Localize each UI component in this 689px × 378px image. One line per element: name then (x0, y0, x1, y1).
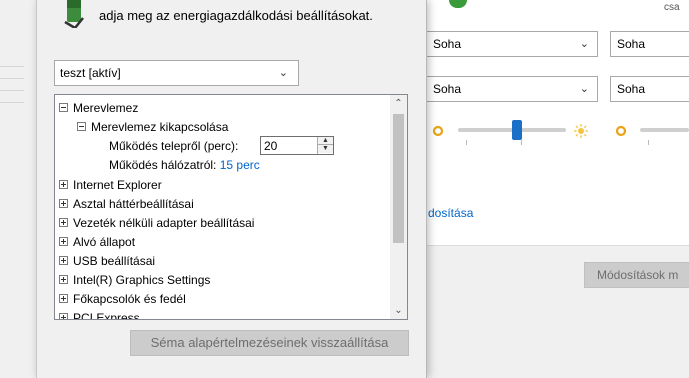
restore-defaults-button[interactable]: Séma alapértelmezéseinek visszaállítása (130, 330, 409, 356)
tree-item-internet-explorer[interactable]: Internet Explorer (59, 176, 162, 195)
collapse-icon[interactable] (77, 122, 86, 132)
change-settings-link[interactable]: dosítása (428, 206, 473, 220)
power-options-dialog: adja meg az energiagazdálkodási beállítá… (36, 0, 427, 378)
expand-icon[interactable] (59, 294, 68, 304)
dialog-header-text: adja meg az energiagazdálkodási beállítá… (99, 8, 373, 23)
on-battery-select-2[interactable]: Soha ⌄ (426, 76, 598, 102)
brightness-slider-thumb[interactable] (512, 120, 523, 140)
plugged-in-value-link[interactable]: 15 perc (220, 158, 260, 172)
tree-item-label: Merevlemez (73, 101, 139, 115)
save-changes-button[interactable]: Módosítások m (584, 262, 689, 288)
tree-item-label: USB beállításai (73, 254, 156, 268)
collapse-icon[interactable] (59, 103, 68, 113)
tree-item-plugged-in[interactable]: Működés hálózatról: 15 perc (109, 156, 260, 175)
tree-item-desktop-background[interactable]: Asztal háttérbeállításai (59, 195, 194, 214)
settings-tree[interactable]: Merevlemez Merevlemez kikapcsolása Működ… (54, 94, 408, 320)
tree-item-label: Merevlemez kikapcsolása (91, 120, 229, 134)
expand-icon[interactable] (59, 237, 68, 247)
power-plan-battery-icon (64, 0, 84, 28)
expand-icon[interactable] (59, 256, 68, 266)
background-topright-text: csa (664, 2, 680, 13)
tree-item-label: Internet Explorer (73, 178, 162, 192)
tree-item-intel-graphics[interactable]: Intel(R) Graphics Settings (59, 271, 210, 290)
tree-item-usb[interactable]: USB beállításai (59, 252, 155, 271)
tree-item-label: Asztal háttérbeállításai (73, 197, 194, 211)
chevron-down-icon: ⌄ (278, 67, 288, 79)
tree-item-sleep[interactable]: Alvó állapot (59, 233, 135, 252)
slider-tick (521, 140, 522, 145)
tree-item-hard-disk[interactable]: Merevlemez (59, 99, 138, 118)
spin-down-icon[interactable]: ▼ (318, 145, 333, 153)
chevron-down-icon: ⌄ (579, 38, 589, 50)
tree-item-turn-off-hard-disk[interactable]: Merevlemez kikapcsolása (77, 118, 228, 137)
select-value: Soha (617, 82, 646, 96)
tree-item-pci-express[interactable]: PCI Express (59, 309, 140, 320)
select-value: Soha (433, 37, 462, 51)
tree-item-label: Működés hálózatról: (109, 158, 217, 172)
chevron-down-icon: ⌄ (579, 83, 589, 95)
spin-buttons[interactable]: ▲ ▼ (317, 137, 333, 154)
tree-item-label: Főkapcsolók és fedél (73, 292, 186, 306)
expand-icon[interactable] (59, 275, 68, 285)
background-divider (426, 245, 689, 246)
tree-scrollbar[interactable]: ⌃ ⌄ (390, 95, 407, 319)
expand-icon[interactable] (59, 199, 68, 209)
spin-up-icon[interactable]: ▲ (318, 137, 333, 145)
on-battery-select[interactable]: Soha ⌄ (426, 31, 598, 57)
tree-item-label: Intel(R) Graphics Settings (73, 273, 211, 287)
select-value: Soha (433, 82, 462, 96)
tree-item-label: PCI Express (73, 311, 140, 320)
tree-item-on-battery: Működés telepről (perc): (109, 137, 238, 156)
plugged-in-select[interactable]: Soha (610, 31, 689, 57)
slider-tick (648, 140, 649, 145)
slider-tick (466, 140, 467, 145)
scrollbar-thumb[interactable] (393, 114, 404, 243)
expand-icon[interactable] (59, 218, 68, 228)
expand-icon[interactable] (59, 180, 68, 190)
tree-item-power-buttons-lid[interactable]: Főkapcsolók és fedél (59, 290, 186, 309)
bright-sun-icon (574, 124, 588, 138)
scroll-up-icon[interactable]: ⌃ (390, 95, 407, 112)
plugged-in-select-2[interactable]: Soha (610, 76, 689, 102)
background-left-text (0, 60, 24, 110)
tree-item-label: Működés telepről (perc): (109, 139, 239, 153)
select-value: Soha (617, 37, 646, 51)
tree-item-wireless-adapter[interactable]: Vezeték nélküli adapter beállításai (59, 214, 254, 233)
tree-item-label: Alvó állapot (73, 235, 136, 249)
dim-sun-icon-2 (615, 125, 627, 137)
dim-sun-icon (432, 125, 444, 137)
on-battery-minutes-stepper[interactable]: ▲ ▼ (260, 136, 334, 155)
expand-icon[interactable] (59, 313, 68, 319)
on-battery-minutes-input[interactable] (261, 137, 317, 154)
tree-item-label: Vezeték nélküli adapter beállításai (73, 216, 255, 230)
plan-select-value: teszt [aktív] (60, 66, 121, 80)
scroll-down-icon[interactable]: ⌄ (390, 302, 407, 319)
brightness-slider-track-2[interactable] (640, 128, 689, 132)
plan-select[interactable]: teszt [aktív] ⌄ (54, 60, 299, 86)
